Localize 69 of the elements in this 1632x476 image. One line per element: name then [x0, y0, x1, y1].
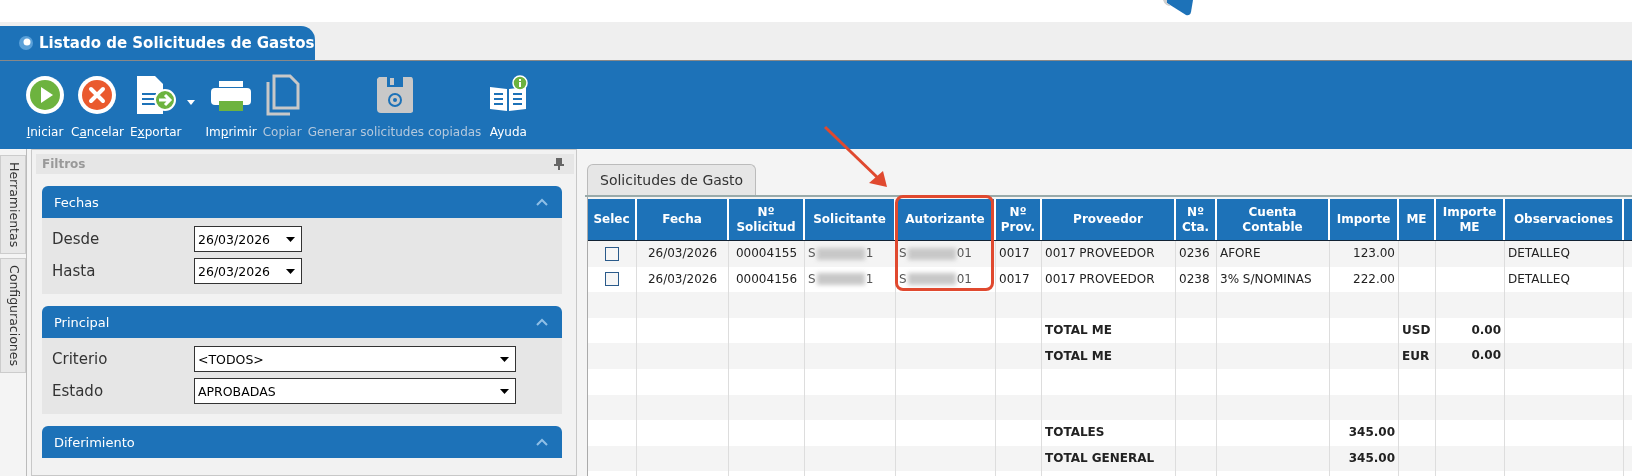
table-cell: 123.00: [1353, 246, 1395, 260]
grid-tab[interactable]: Solicitudes de Gasto: [587, 164, 757, 195]
dropdown-field[interactable]: <TODOS>: [194, 346, 516, 372]
blurred-name: S 1: [808, 246, 874, 262]
table-cell: TOTAL GENERAL: [1045, 451, 1155, 467]
field-label: Desde: [52, 230, 101, 248]
section-header[interactable]: Principal: [42, 306, 562, 338]
table-cell: 0.00: [1471, 322, 1501, 337]
section-title: Fechas: [54, 194, 99, 210]
table-cell: 0017: [999, 271, 1030, 287]
chevron-icon[interactable]: [536, 198, 548, 206]
table-cell: TOTALES: [1045, 425, 1105, 441]
table-cell: 0236: [1179, 246, 1210, 262]
app-icon: [18, 35, 34, 51]
table-cell: 26/03/2026: [647, 246, 718, 262]
section-header[interactable]: Diferimiento: [42, 426, 562, 458]
row-checkbox[interactable]: [605, 272, 619, 287]
table-cell: 00004155: [735, 246, 798, 262]
field-label: Hasta: [52, 262, 97, 280]
table-cell: 0017 PROVEEDOR: [1045, 271, 1155, 287]
toolbar-button[interactable]: Imprimir: [202, 61, 260, 149]
table-cell: TOTAL ME: [1045, 323, 1112, 339]
side-tab[interactable]: Herramientas: [0, 155, 26, 255]
table-cell: 3% S/NOMINAS: [1220, 271, 1312, 287]
section-title: Principal: [54, 314, 110, 330]
dropdown-field[interactable]: APROBADAS: [194, 378, 516, 404]
blurred-name: S 1: [808, 271, 874, 287]
window-tab[interactable]: Listado de Solicitudes de Gastos: [0, 26, 315, 60]
table-cell: USD: [1402, 323, 1431, 339]
table-cell: DETALLEQ: [1508, 271, 1570, 287]
toolbar-button[interactable]: Cancelar: [68, 61, 127, 149]
table-cell: TOTAL ME: [1045, 348, 1112, 364]
dropdown-arrow-icon: [500, 356, 509, 362]
row-checkbox[interactable]: [605, 246, 619, 261]
field-label: Estado: [52, 382, 105, 400]
toolbar-button[interactable]: Ayuda: [484, 61, 533, 149]
play-icon: [25, 75, 65, 115]
blurred-name: S 01: [899, 246, 972, 262]
chevron-icon[interactable]: [536, 438, 548, 446]
date-picker[interactable]: 26/03/2026: [194, 258, 302, 284]
table-cell: EUR: [1402, 348, 1430, 364]
section-title: Diferimiento: [54, 434, 135, 450]
dropdown-arrow-icon: [286, 236, 295, 242]
blurred-name: S 01: [899, 271, 972, 287]
date-picker[interactable]: 26/03/2026: [194, 226, 302, 252]
table-cell: 345.00: [1348, 450, 1395, 465]
dropdown-arrow-icon: [286, 268, 295, 274]
table-cell: 0017: [999, 246, 1030, 262]
pin-icon[interactable]: [554, 158, 564, 170]
table-cell: 0.00: [1471, 348, 1501, 363]
dropdown-caret-icon[interactable]: [186, 99, 195, 105]
panel-title: Filtros: [42, 157, 86, 171]
table-cell: 345.00: [1348, 425, 1395, 440]
section-header[interactable]: Fechas: [42, 186, 562, 218]
table-cell: 222.00: [1353, 271, 1395, 286]
cancel-icon: [77, 75, 118, 115]
toolbar-button[interactable]: Exportar: [126, 61, 185, 149]
table-cell: 26/03/2026: [647, 271, 718, 287]
side-tab[interactable]: Configuraciones: [0, 258, 26, 374]
table-cell: 00004156: [735, 271, 798, 287]
chevron-icon[interactable]: [536, 318, 548, 326]
copy-icon: [264, 74, 301, 116]
field-label: Criterio: [52, 350, 109, 368]
toolbar-button[interactable]: Iniciar: [22, 61, 68, 149]
table-cell: 0017 PROVEEDOR: [1045, 246, 1155, 262]
table-cell: AFORE: [1220, 246, 1261, 262]
dropdown-arrow-icon: [500, 388, 509, 394]
table-cell: 0238: [1179, 271, 1210, 287]
table-cell: DETALLEQ: [1508, 246, 1570, 262]
